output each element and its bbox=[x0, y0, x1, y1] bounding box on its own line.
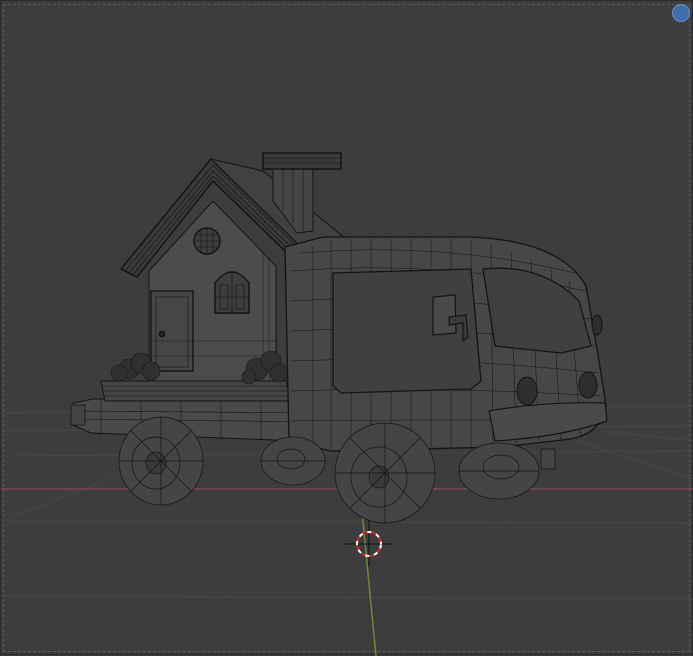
3d-viewport[interactable] bbox=[0, 0, 693, 656]
chimney-cap bbox=[262, 152, 342, 170]
truck-bed bbox=[72, 398, 320, 442]
wheel-rear-left bbox=[334, 422, 436, 524]
wheel-rear-right bbox=[458, 442, 540, 500]
rear-hitch bbox=[540, 448, 556, 470]
wheel-front-left bbox=[118, 416, 204, 506]
house-door bbox=[150, 290, 194, 372]
tail-light-left bbox=[516, 376, 538, 406]
rear-bumper bbox=[488, 402, 608, 442]
side-light bbox=[591, 314, 603, 336]
3d-cursor[interactable] bbox=[345, 521, 393, 567]
navigation-gizmo-sphere[interactable] bbox=[672, 4, 690, 22]
door-knob bbox=[158, 330, 166, 338]
cab-side-window bbox=[332, 268, 482, 394]
viewport-canvas[interactable] bbox=[1, 1, 693, 656]
front-light bbox=[70, 404, 86, 426]
axis-lines bbox=[1, 488, 693, 656]
door-handle bbox=[432, 294, 457, 336]
house-truck-model[interactable] bbox=[70, 152, 608, 524]
wheel-front-right bbox=[260, 436, 326, 486]
tail-light-right bbox=[578, 371, 598, 399]
